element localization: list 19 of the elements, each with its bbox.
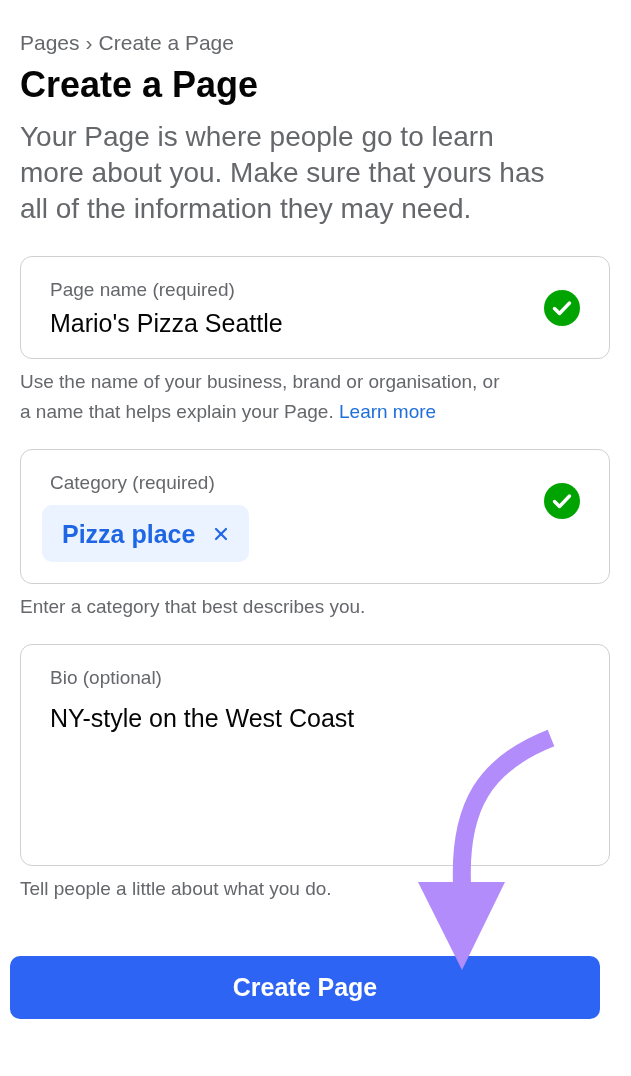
help-text: Use the name of your business, brand or organisation, or a name that helps explain your Page. Learn more bbox=[20, 370, 501, 424]
field-label: Category (required) bbox=[50, 471, 216, 495]
page-description: Your Page is where people go to learn more about you. Make sure that yours has all of the information they may need. bbox=[20, 120, 546, 226]
create-page-button[interactable]: Create Page bbox=[10, 956, 600, 1019]
field-value: Mario's Pizza Seattle bbox=[50, 308, 283, 338]
breadcrumb-separator: › bbox=[85, 30, 93, 56]
page-title: Create a Page bbox=[20, 63, 260, 107]
tag-label: Pizza place bbox=[62, 518, 196, 549]
field-label: Bio (optional) bbox=[50, 666, 163, 690]
learn-more-link[interactable]: Learn more bbox=[339, 401, 437, 422]
tag-field[interactable]: Category (required) Pizza place bbox=[20, 449, 610, 584]
text-area[interactable]: Bio (optional) NY-style on the West Coast bbox=[20, 644, 610, 866]
text-field[interactable]: Page name (required) Mario's Pizza Seattle bbox=[20, 256, 610, 359]
breadcrumb-item: Create a Page bbox=[98, 30, 234, 56]
field-label: Page name (required) bbox=[50, 278, 236, 302]
breadcrumb-item[interactable]: Pages bbox=[20, 30, 80, 56]
help-text: Tell people a little about what you do. bbox=[20, 877, 333, 901]
help-text: Enter a category that best describes you. bbox=[20, 595, 367, 619]
field-value: NY-style on the West Coast bbox=[50, 703, 355, 733]
